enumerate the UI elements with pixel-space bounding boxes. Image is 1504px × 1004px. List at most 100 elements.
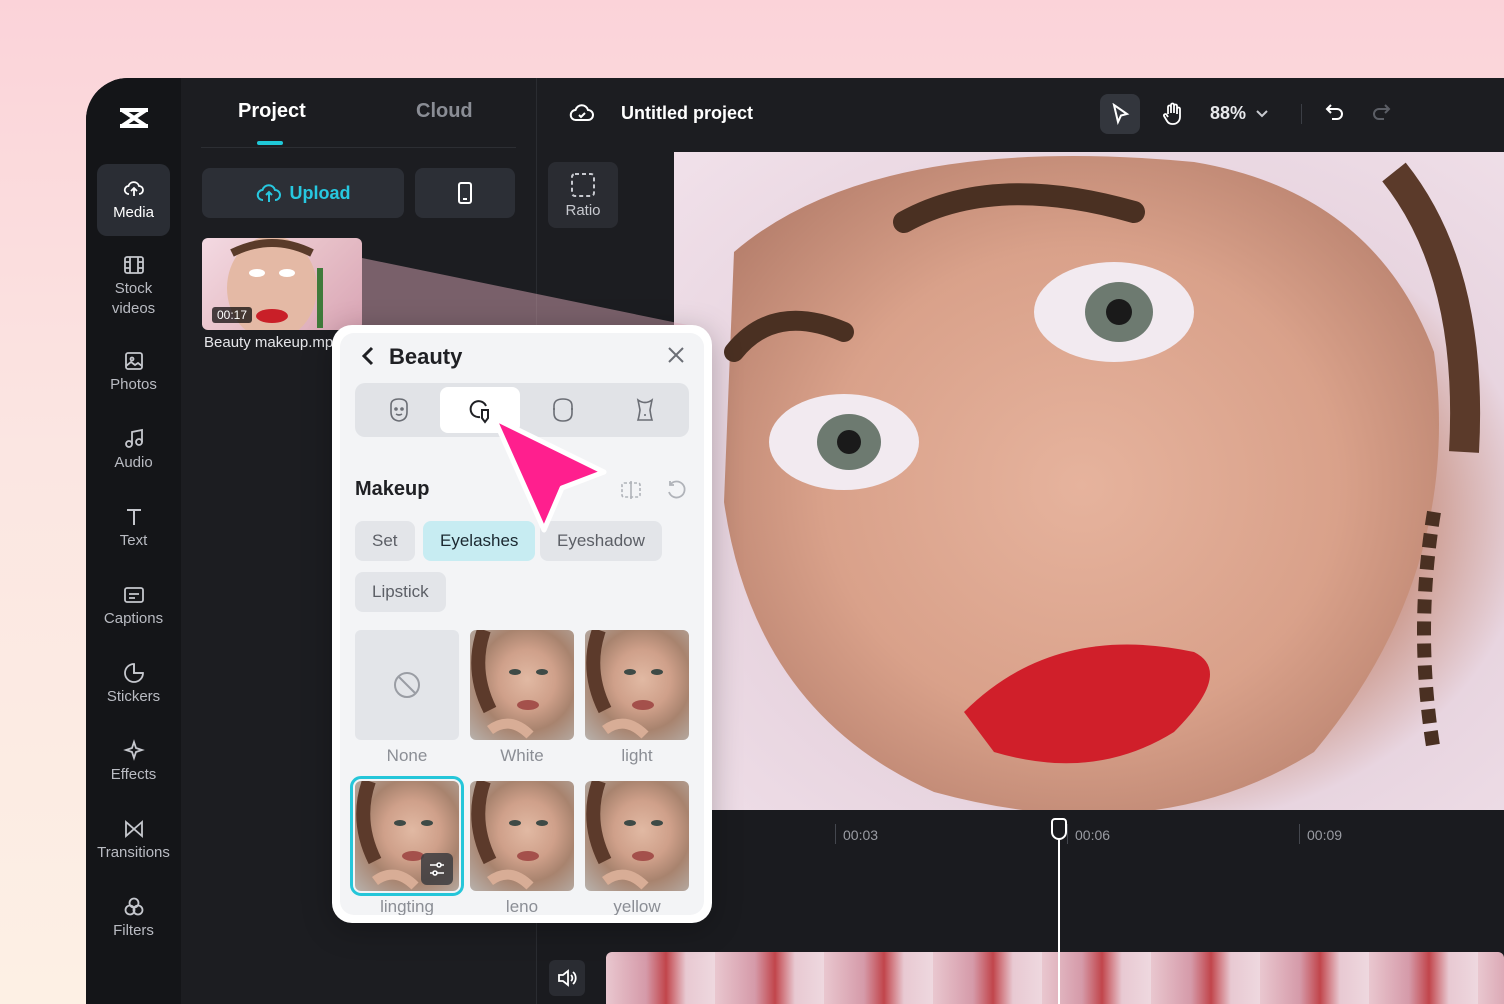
tab-cloud[interactable]: Cloud	[416, 100, 473, 123]
sidebar-item-label: Filters	[113, 922, 154, 939]
aspect-ratio-icon	[571, 172, 595, 197]
sidebar-item-label: Photos	[110, 376, 157, 393]
tick-label: 00:09	[1307, 827, 1343, 843]
playhead-line[interactable]	[1058, 818, 1060, 1004]
back-arrow-icon[interactable]	[360, 345, 376, 367]
preset-face-thumbnail	[586, 630, 663, 739]
tick-label: 00:06	[1075, 827, 1111, 843]
text-icon	[126, 509, 141, 525]
tab-body[interactable]	[605, 387, 685, 433]
video-track-clip[interactable]	[606, 952, 1504, 1004]
tick-mark	[1299, 824, 1300, 844]
sidebar-item-label: Captions	[103, 610, 164, 627]
preset-label: None	[386, 746, 428, 765]
filter-icon	[124, 897, 143, 916]
chip-set[interactable]: Set	[355, 521, 415, 561]
chevron-down-icon	[1256, 109, 1268, 117]
preset-label: White	[500, 746, 544, 765]
sidebar-item-filters[interactable]: Filters	[97, 882, 170, 954]
sticker-icon	[123, 663, 144, 683]
reset-icon[interactable]	[665, 479, 687, 501]
section-title: Makeup	[355, 478, 430, 500]
beauty-title: Beauty	[389, 344, 463, 369]
sidebar-item-effects[interactable]: Effects	[97, 726, 170, 798]
sidebar-item-label: Stickers	[106, 688, 161, 705]
tick-label: 00:03	[843, 827, 879, 843]
toolbar-divider	[1301, 104, 1302, 124]
speaker-icon	[558, 969, 577, 987]
preset-yellow[interactable]	[585, 781, 689, 891]
callout-connector	[362, 258, 702, 328]
cloud-upload-icon	[123, 181, 144, 196]
transition-icon	[124, 820, 143, 838]
clip-name: Beauty makeup.mp	[204, 334, 334, 351]
zoom-value: 88%	[1210, 103, 1247, 123]
select-tool-button[interactable]	[1100, 94, 1140, 134]
adjust-settings-button[interactable]	[421, 853, 453, 885]
music-note-icon	[124, 428, 143, 448]
sidebar-item-stickers[interactable]: Stickers	[97, 648, 170, 720]
tab-project[interactable]: Project	[238, 100, 306, 123]
video-preview[interactable]	[674, 152, 1504, 810]
zoom-dropdown[interactable]: 88%	[1210, 103, 1268, 124]
mute-button[interactable]	[549, 960, 585, 996]
media-clip-thumbnail[interactable]: 00:17	[202, 238, 362, 330]
redo-icon[interactable]	[1369, 100, 1393, 124]
phone-icon	[458, 182, 472, 204]
sidebar-item-media[interactable]: Media	[97, 164, 170, 236]
sidebar-item-label: Transitions	[97, 844, 170, 861]
preset-label: yellow	[613, 897, 661, 915]
top-bar: Untitled project 88%	[537, 78, 1504, 148]
playhead-handle[interactable]	[1051, 818, 1067, 840]
sidebar-item-audio[interactable]: Audio	[97, 414, 170, 486]
body-icon	[636, 398, 654, 421]
close-icon[interactable]	[666, 345, 686, 365]
sidebar-item-captions[interactable]: Captions	[97, 570, 170, 642]
cursor-icon	[1112, 103, 1130, 125]
sliders-icon	[430, 862, 444, 876]
preset-leno[interactable]	[470, 781, 574, 891]
undo-icon[interactable]	[1323, 100, 1347, 124]
tick-mark	[835, 824, 836, 844]
sidebar-item-stock-videos[interactable]: Stock videos	[97, 248, 170, 324]
capcut-logo-icon	[120, 108, 148, 128]
hand-icon	[1163, 102, 1181, 125]
tick-mark	[1067, 824, 1068, 844]
editor-window: Media Stock videos Photos Audio Text Cap…	[86, 78, 1504, 1004]
preset-white[interactable]	[470, 630, 574, 740]
upload-button[interactable]: Upload	[202, 168, 404, 218]
sidebar-item-label: Audio	[114, 454, 153, 471]
preset-label: lingting	[380, 897, 434, 915]
clip-duration: 00:17	[212, 307, 253, 323]
active-tab-indicator	[257, 141, 283, 145]
hand-tool-button[interactable]	[1153, 94, 1193, 134]
sidebar-item-label: Stock videos	[111, 280, 156, 317]
compare-icon[interactable]	[620, 479, 642, 501]
project-title[interactable]: Untitled project	[621, 103, 753, 124]
preview-face-image	[724, 156, 1481, 810]
preset-none[interactable]	[355, 630, 459, 740]
chip-lipstick[interactable]: Lipstick	[355, 572, 446, 612]
preset-label: leno	[505, 897, 539, 915]
tab-face-retouch[interactable]	[359, 387, 439, 433]
sidebar-item-text[interactable]: Text	[97, 492, 170, 564]
left-rail: Media Stock videos Photos Audio Text Cap…	[86, 78, 181, 1004]
cloud-upload-icon	[256, 184, 281, 202]
image-icon	[124, 352, 143, 370]
sidebar-item-photos[interactable]: Photos	[97, 336, 170, 408]
none-icon	[394, 672, 420, 698]
film-icon	[123, 256, 144, 274]
sidebar-item-label: Media	[113, 204, 154, 221]
media-tabs: Project Cloud	[201, 78, 516, 148]
preset-face-thumbnail	[471, 630, 548, 739]
pointer-arrow-icon	[491, 415, 607, 533]
beauty-header: Beauty	[340, 333, 704, 379]
sidebar-item-transitions[interactable]: Transitions	[97, 804, 170, 876]
ratio-button[interactable]: Ratio	[548, 162, 618, 228]
sidebar-item-label: Effects	[110, 766, 157, 783]
face-smile-icon	[390, 398, 408, 422]
phone-upload-button[interactable]	[415, 168, 515, 218]
preset-light[interactable]	[585, 630, 689, 740]
cloud-sync-icon[interactable]	[569, 101, 595, 125]
preset-lingting[interactable]	[350, 776, 464, 896]
